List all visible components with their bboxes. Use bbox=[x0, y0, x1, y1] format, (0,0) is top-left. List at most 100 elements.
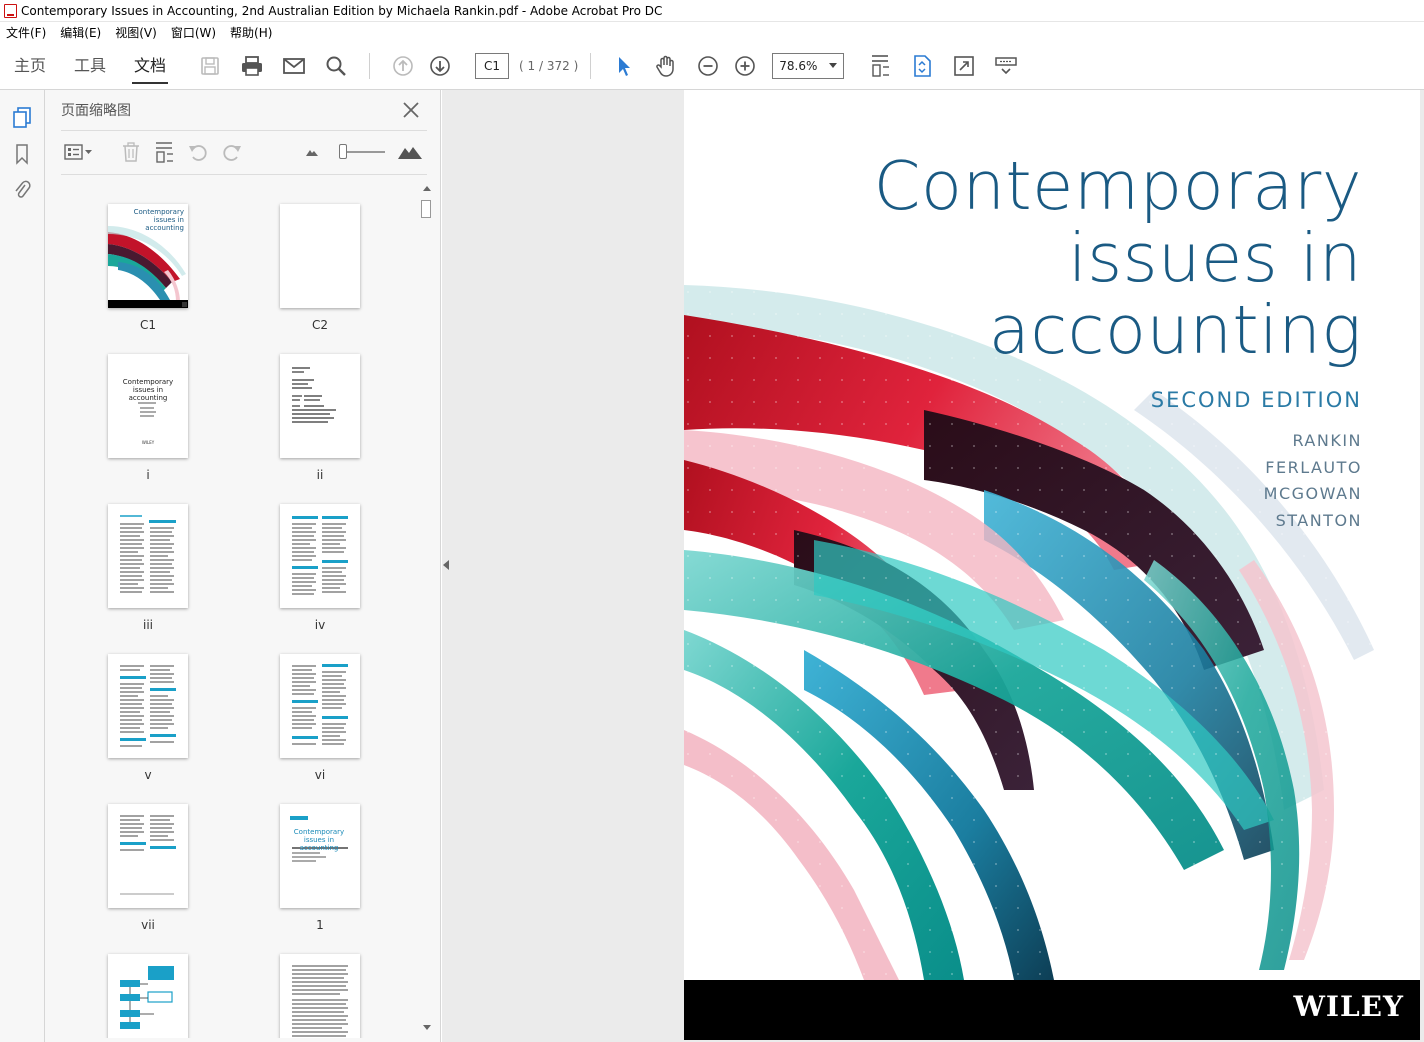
scroll-down-arrow-icon[interactable] bbox=[423, 1025, 431, 1030]
thumbnail-blank-page bbox=[280, 204, 360, 308]
thumbnail-item[interactable] bbox=[88, 954, 208, 1038]
cover-title-line: issues in bbox=[1068, 219, 1362, 297]
attachments-icon[interactable] bbox=[10, 178, 34, 202]
thumbnail-item[interactable]: Contemporary issues in accounting 1 bbox=[260, 804, 380, 932]
page-thumbnails-icon[interactable] bbox=[10, 106, 34, 130]
zoom-level-dropdown[interactable]: 78.6% bbox=[772, 52, 845, 79]
rotate-counterclockwise-icon[interactable] bbox=[185, 140, 211, 164]
zoom-out-icon[interactable] bbox=[692, 50, 724, 82]
more-tools-icon[interactable] bbox=[990, 50, 1022, 82]
thumbnail-label: C1 bbox=[139, 318, 156, 332]
cover-author: RANKIN bbox=[1292, 431, 1362, 450]
hand-tool-icon[interactable] bbox=[650, 50, 682, 82]
menu-view[interactable]: 视图(V) bbox=[115, 24, 157, 41]
toolbar-divider bbox=[369, 52, 371, 79]
rotate-clockwise-icon[interactable] bbox=[219, 140, 245, 164]
enlarge-thumbnails-icon[interactable] bbox=[395, 140, 425, 164]
cover-author: FERLAUTO bbox=[1265, 457, 1362, 477]
thumbnail-chapter-title: Contemporary issues in accounting bbox=[293, 828, 345, 852]
cover-edition: SECOND EDITION bbox=[1150, 388, 1362, 412]
thumbnail-title-page-publisher: WILEY bbox=[141, 440, 155, 445]
thumbnail-chapter-page: Contemporary issues in accounting bbox=[280, 804, 360, 908]
menu-help[interactable]: 帮助(H) bbox=[230, 24, 272, 41]
bookmarks-icon[interactable] bbox=[10, 142, 34, 166]
panel-divider bbox=[61, 174, 427, 175]
insert-page-icon[interactable] bbox=[151, 140, 177, 164]
tab-tools[interactable]: 工具 bbox=[60, 42, 120, 90]
page-count: ( 1 / 372 ) bbox=[519, 58, 579, 73]
thumbnail-item[interactable]: iv bbox=[260, 504, 380, 632]
thumbnail-item[interactable]: vi bbox=[260, 654, 380, 782]
thumbnail-contents-page bbox=[280, 504, 360, 608]
thumbnail-item[interactable] bbox=[260, 954, 380, 1038]
select-cursor-icon[interactable] bbox=[608, 50, 640, 82]
thumbnail-contents-page bbox=[108, 654, 188, 758]
thumbnail-item[interactable]: Contemporary issues in accounting C1 bbox=[88, 204, 208, 332]
thumbnail-item[interactable]: ii bbox=[260, 354, 380, 482]
thumbnail-item[interactable]: iii bbox=[88, 504, 208, 632]
email-icon[interactable] bbox=[278, 50, 310, 82]
thumbnail-label: vi bbox=[314, 768, 326, 782]
thumbnail-item[interactable]: C2 bbox=[260, 204, 380, 332]
search-icon[interactable] bbox=[320, 50, 352, 82]
thumbnail-text-page bbox=[280, 954, 360, 1038]
cover-title: Contemporary issues in accounting bbox=[874, 150, 1362, 366]
close-icon[interactable] bbox=[401, 100, 421, 120]
next-page-icon[interactable] bbox=[424, 50, 456, 82]
chevron-down-icon bbox=[829, 63, 838, 68]
thumbnail-label: v bbox=[144, 768, 152, 782]
menu-file[interactable]: 文件(F) bbox=[6, 24, 46, 41]
print-icon[interactable] bbox=[236, 50, 268, 82]
book-cover-page: Contemporary issues in accounting SECOND… bbox=[684, 90, 1420, 1040]
thumbnail-label: iii bbox=[142, 618, 153, 632]
full-screen-icon[interactable] bbox=[948, 50, 980, 82]
cover-title-line: Contemporary bbox=[873, 147, 1362, 225]
scroll-up-arrow-icon[interactable] bbox=[423, 186, 431, 191]
thumbnail-cover-title: Contemporary issues in accounting bbox=[133, 208, 184, 232]
thumbnail-contents-page bbox=[108, 804, 188, 908]
page-thumbnails-panel: 页面缩略图 Contemporary issues in accounting … bbox=[45, 90, 441, 1042]
cover-authors: RANKIN FERLAUTO MCGOWAN STANTON bbox=[1264, 428, 1362, 535]
menu-window[interactable]: 窗口(W) bbox=[171, 24, 216, 41]
thumbnail-size-slider-handle[interactable] bbox=[339, 144, 347, 159]
cover-title-line: accounting bbox=[988, 291, 1362, 369]
thumbnail-text-page bbox=[280, 354, 360, 458]
shrink-thumbnails-icon[interactable] bbox=[299, 140, 325, 164]
options-menu-icon[interactable] bbox=[63, 140, 95, 164]
thumbnail-label: C2 bbox=[311, 318, 328, 332]
thumbnail-label: vii bbox=[141, 918, 155, 932]
delete-pages-icon[interactable] bbox=[118, 140, 144, 164]
cover-author: STANTON bbox=[1275, 511, 1362, 531]
title-bar: Contemporary Issues in Accounting, 2nd A… bbox=[0, 0, 1424, 22]
page-number-input[interactable]: C1 bbox=[475, 52, 510, 79]
menu-bar: 文件(F) 编辑(E) 视图(V) 窗口(W) 帮助(H) bbox=[0, 22, 1424, 42]
cover-footer-band: WILEY bbox=[684, 980, 1420, 1040]
collapse-panel-arrow-icon[interactable] bbox=[443, 560, 449, 570]
fit-page-icon[interactable] bbox=[906, 50, 938, 82]
tab-home[interactable]: 主页 bbox=[0, 42, 60, 90]
previous-page-icon[interactable] bbox=[387, 50, 419, 82]
scrollbar-thumb[interactable] bbox=[421, 200, 431, 218]
save-icon[interactable] bbox=[194, 50, 226, 82]
thumbnail-cover-page: Contemporary issues in accounting bbox=[108, 204, 188, 308]
thumbnail-label: 1 bbox=[316, 918, 324, 932]
thumbnail-label: ii bbox=[316, 468, 324, 482]
thumbnail-list: Contemporary issues in accounting C1 C2 … bbox=[61, 186, 417, 1038]
thumbnail-item[interactable]: v bbox=[88, 654, 208, 782]
cover-author: MCGOWAN bbox=[1263, 484, 1362, 504]
scroll-mode-icon[interactable] bbox=[864, 50, 896, 82]
thumbnail-contents-page bbox=[108, 504, 188, 608]
thumbnail-label: iv bbox=[314, 618, 326, 632]
acrobat-app-icon bbox=[4, 3, 17, 18]
thumbnail-scrollbar[interactable] bbox=[421, 186, 433, 1038]
toolbar-divider bbox=[590, 52, 592, 79]
navigation-rail bbox=[0, 90, 45, 1042]
window-title: Contemporary Issues in Accounting, 2nd A… bbox=[21, 3, 663, 18]
menu-edit[interactable]: 编辑(E) bbox=[60, 24, 101, 41]
zoom-level-value: 78.6% bbox=[779, 58, 818, 73]
thumbnail-title-page: Contemporary issues in accounting WILEY bbox=[108, 354, 188, 458]
thumbnail-item[interactable]: vii bbox=[88, 804, 208, 932]
thumbnail-item[interactable]: Contemporary issues in accounting WILEY … bbox=[88, 354, 208, 482]
tab-document[interactable]: 文档 bbox=[120, 42, 180, 90]
zoom-in-icon[interactable] bbox=[729, 50, 761, 82]
